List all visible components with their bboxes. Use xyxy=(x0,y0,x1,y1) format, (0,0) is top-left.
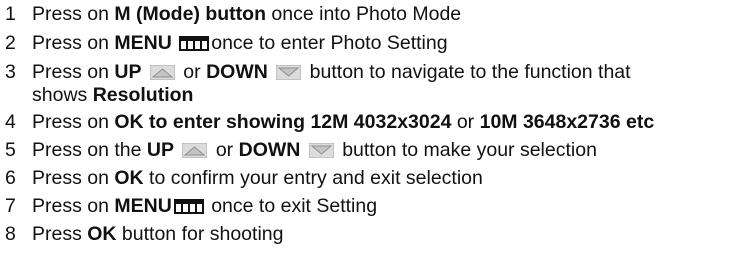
step-text-run: once to exit Setting xyxy=(205,195,378,217)
step-text: Press OK button for shooting xyxy=(32,222,283,247)
step-number: 7 xyxy=(5,195,16,217)
step-text-run: to confirm your entry and exit selection xyxy=(143,167,483,189)
step-number: 4 xyxy=(5,111,16,133)
step-text-run: or xyxy=(451,111,480,133)
step-text: Press on MENU once to exit Setting xyxy=(32,194,377,219)
step-text: Press on the UP or DOWN button to make y… xyxy=(32,138,597,163)
step-text: Press on UP or DOWN button to navigate t… xyxy=(32,60,631,85)
step-text-run xyxy=(141,61,146,83)
step-text-run: Press on xyxy=(32,3,115,25)
step-number: 6 xyxy=(5,167,16,189)
step-text-run xyxy=(300,139,305,161)
step-text-run xyxy=(268,61,273,83)
step-text-run: Press on xyxy=(32,195,115,217)
down-arrow-icon xyxy=(276,65,302,80)
step-number: 2 xyxy=(5,32,16,54)
step-text: Press on MENU once to enter Photo Settin… xyxy=(32,31,448,56)
step-text-run: Press xyxy=(32,223,88,245)
step-text-run: Press on xyxy=(32,32,115,54)
step-text: Press on OK to confirm your entry and ex… xyxy=(32,166,483,191)
step-text: shows Resolution xyxy=(32,83,193,108)
step-text-run: Press on xyxy=(32,167,115,189)
step-emphasis: OK to enter showing 12M 4032x3024 xyxy=(114,111,452,133)
step-text: Press on OK to enter showing 12M 4032x30… xyxy=(32,110,654,135)
step-number: 3 xyxy=(5,61,16,83)
step-text-run: or xyxy=(210,139,239,161)
step-emphasis: OK xyxy=(114,167,144,189)
step-emphasis: MENU xyxy=(114,32,172,54)
step-text-run: button to make your selection xyxy=(336,139,597,161)
step-number: 5 xyxy=(5,139,16,161)
step-text: Press on M (Mode) button once into Photo… xyxy=(32,2,461,27)
step-text-run: shows xyxy=(32,84,93,106)
step-text-run: Press on xyxy=(32,61,115,83)
step-text-run xyxy=(174,139,179,161)
menu-icon xyxy=(173,199,204,214)
up-arrow-icon xyxy=(149,65,175,80)
down-arrow-icon xyxy=(308,143,334,158)
step-emphasis: M (Mode) button xyxy=(114,3,266,25)
step-emphasis: 10M 3648x2736 etc xyxy=(479,111,655,133)
step-emphasis: Resolution xyxy=(92,84,194,106)
step-text-run: Press on xyxy=(32,111,115,133)
step-text-run: once into Photo Mode xyxy=(266,3,462,25)
step-emphasis: UP xyxy=(114,61,142,83)
step-emphasis: UP xyxy=(146,139,174,161)
step-emphasis: DOWN xyxy=(206,61,268,83)
step-number: 8 xyxy=(5,223,16,245)
up-arrow-icon xyxy=(182,143,208,158)
step-number: 1 xyxy=(5,3,16,25)
step-emphasis: MENU xyxy=(114,195,172,217)
menu-icon xyxy=(179,36,210,51)
step-text-run: button for shooting xyxy=(116,223,284,245)
step-emphasis: DOWN xyxy=(238,139,301,161)
step-text-run: or xyxy=(177,61,207,83)
step-text-run: button to navigate to the function that xyxy=(304,61,631,83)
step-emphasis: OK xyxy=(87,223,117,245)
step-text-run: once to enter Photo Setting xyxy=(211,32,448,54)
step-text-run xyxy=(172,32,177,54)
instruction-list: 1 Press on M (Mode) button once into Phot… xyxy=(0,0,736,277)
step-text-run: Press on the xyxy=(32,139,147,161)
